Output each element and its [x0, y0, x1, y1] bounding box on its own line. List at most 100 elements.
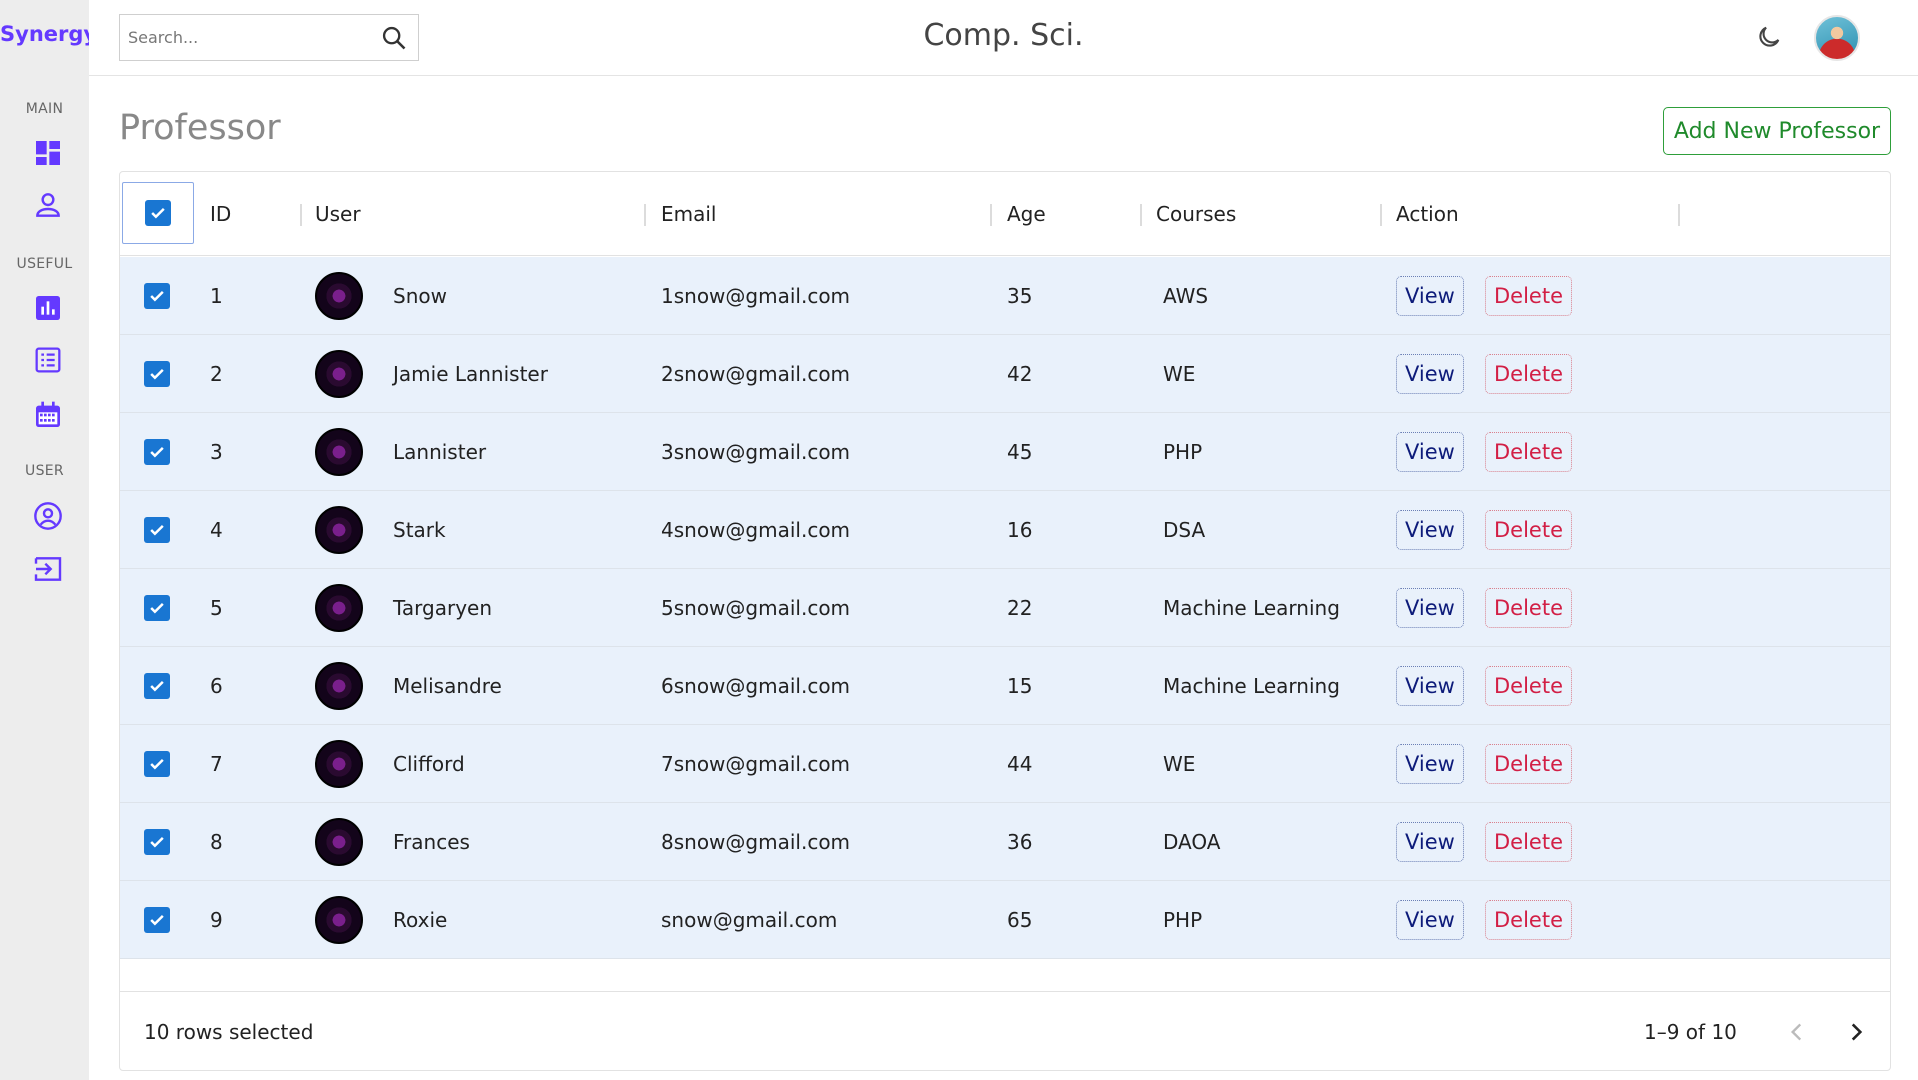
- column-header-age[interactable]: Age: [1007, 172, 1046, 256]
- view-button[interactable]: View: [1396, 510, 1464, 550]
- row-checkbox[interactable]: [144, 439, 170, 465]
- delete-button[interactable]: Delete: [1485, 276, 1572, 316]
- row-checkbox[interactable]: [144, 361, 170, 387]
- column-separator[interactable]: [300, 204, 302, 226]
- search-icon[interactable]: [378, 22, 410, 54]
- column-separator[interactable]: [644, 204, 646, 226]
- table-row[interactable]: 4 Stark 4snow@gmail.com 16 DSA View Dele…: [120, 491, 1890, 569]
- cell-id: 6: [210, 674, 223, 698]
- cell-age: 42: [1007, 362, 1033, 386]
- cell-age: 22: [1007, 596, 1033, 620]
- cell-course: WE: [1163, 362, 1196, 386]
- delete-button[interactable]: Delete: [1485, 432, 1572, 472]
- view-button[interactable]: View: [1396, 744, 1464, 784]
- chevron-left-icon[interactable]: [1777, 1012, 1817, 1052]
- cell-email: 8snow@gmail.com: [661, 830, 851, 854]
- cell-email: 3snow@gmail.com: [661, 440, 851, 464]
- column-header-id[interactable]: ID: [210, 172, 231, 256]
- search-input[interactable]: [128, 28, 378, 47]
- view-button[interactable]: View: [1396, 588, 1464, 628]
- column-separator[interactable]: [1140, 204, 1142, 226]
- navbar: Comp. Sci.: [89, 0, 1918, 76]
- delete-button[interactable]: Delete: [1485, 744, 1572, 784]
- cell-id: 3: [210, 440, 223, 464]
- delete-button[interactable]: Delete: [1485, 666, 1572, 706]
- column-separator[interactable]: [1678, 204, 1680, 226]
- column-header-action[interactable]: Action: [1396, 172, 1459, 256]
- column-separator[interactable]: [990, 204, 992, 226]
- row-checkbox[interactable]: [144, 751, 170, 777]
- cell-email: snow@gmail.com: [661, 908, 838, 932]
- avatar: [315, 584, 363, 632]
- user-avatar[interactable]: [1814, 15, 1860, 61]
- row-checkbox[interactable]: [144, 673, 170, 699]
- cell-user: Jamie Lannister: [393, 362, 548, 386]
- column-header-email[interactable]: Email: [661, 172, 717, 256]
- list-icon[interactable]: [30, 342, 66, 378]
- row-checkbox[interactable]: [144, 907, 170, 933]
- table-row[interactable]: 5 Targaryen 5snow@gmail.com 22 Machine L…: [120, 569, 1890, 647]
- view-button[interactable]: View: [1396, 276, 1464, 316]
- table-row[interactable]: 2 Jamie Lannister 2snow@gmail.com 42 WE …: [120, 335, 1890, 413]
- select-all-checkbox[interactable]: [145, 200, 171, 226]
- moon-icon[interactable]: [1752, 20, 1786, 54]
- cell-course: PHP: [1163, 908, 1203, 932]
- cell-course: PHP: [1163, 440, 1203, 464]
- cell-id: 8: [210, 830, 223, 854]
- row-checkbox[interactable]: [144, 595, 170, 621]
- column-header-user[interactable]: User: [315, 172, 361, 256]
- row-checkbox[interactable]: [144, 517, 170, 543]
- logout-icon[interactable]: [30, 551, 66, 587]
- cell-age: 15: [1007, 674, 1033, 698]
- cell-email: 1snow@gmail.com: [661, 284, 851, 308]
- sidebar-section-main: MAIN: [25, 101, 64, 117]
- view-button[interactable]: View: [1396, 354, 1464, 394]
- table-row[interactable]: 8 Frances 8snow@gmail.com 36 DAOA View D…: [120, 803, 1890, 881]
- pagination-range: 1–9 of 10: [1644, 1020, 1737, 1044]
- sidebar: Synergy MAIN USEFUL USER: [0, 0, 97, 1080]
- row-checkbox[interactable]: [144, 283, 170, 309]
- page-title: Professor: [119, 108, 281, 148]
- column-header-courses[interactable]: Courses: [1156, 172, 1236, 256]
- selected-count: 10 rows selected: [144, 1020, 314, 1044]
- delete-button[interactable]: Delete: [1485, 822, 1572, 862]
- table-row[interactable]: 1 Snow 1snow@gmail.com 35 AWS View Delet…: [120, 257, 1890, 335]
- table-footer: 10 rows selected 1–9 of 10: [120, 991, 1890, 1071]
- cell-age: 16: [1007, 518, 1033, 542]
- delete-button[interactable]: Delete: [1485, 588, 1572, 628]
- avatar: [315, 818, 363, 866]
- avatar: [315, 272, 363, 320]
- column-separator[interactable]: [1380, 204, 1382, 226]
- add-new-professor-button[interactable]: Add New Professor: [1663, 107, 1891, 155]
- bar-chart-icon[interactable]: [30, 290, 66, 326]
- row-checkbox[interactable]: [144, 829, 170, 855]
- person-icon[interactable]: [30, 187, 66, 223]
- avatar: [315, 506, 363, 554]
- account-circle-icon[interactable]: [30, 498, 66, 534]
- cell-user: Clifford: [393, 752, 465, 776]
- cell-course: DSA: [1163, 518, 1206, 542]
- delete-button[interactable]: Delete: [1485, 900, 1572, 940]
- table-header: ID User Email Age Courses Action: [120, 172, 1890, 256]
- cell-email: 2snow@gmail.com: [661, 362, 851, 386]
- chevron-right-icon[interactable]: [1836, 1012, 1876, 1052]
- table-row[interactable]: 7 Clifford 7snow@gmail.com 44 WE View De…: [120, 725, 1890, 803]
- delete-button[interactable]: Delete: [1485, 510, 1572, 550]
- app-logo[interactable]: Synergy: [0, 22, 97, 46]
- calendar-icon[interactable]: [30, 397, 66, 433]
- view-button[interactable]: View: [1396, 666, 1464, 706]
- avatar: [315, 740, 363, 788]
- cell-course: WE: [1163, 752, 1196, 776]
- table-row[interactable]: 3 Lannister 3snow@gmail.com 45 PHP View …: [120, 413, 1890, 491]
- dashboard-icon[interactable]: [30, 135, 66, 171]
- sidebar-section-useful: USEFUL: [16, 256, 73, 272]
- view-button[interactable]: View: [1396, 900, 1464, 940]
- select-all-cell: [122, 182, 194, 244]
- cell-course: DAOA: [1163, 830, 1221, 854]
- table-row[interactable]: 9 Roxie snow@gmail.com 65 PHP View Delet…: [120, 881, 1890, 959]
- view-button[interactable]: View: [1396, 822, 1464, 862]
- delete-button[interactable]: Delete: [1485, 354, 1572, 394]
- view-button[interactable]: View: [1396, 432, 1464, 472]
- table-row[interactable]: 6 Melisandre 6snow@gmail.com 15 Machine …: [120, 647, 1890, 725]
- cell-user: Melisandre: [393, 674, 502, 698]
